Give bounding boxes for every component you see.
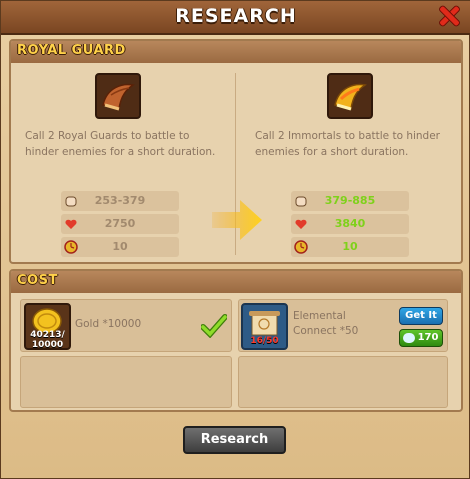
upgrade-panel-header: ROYAL GUARD [11, 41, 461, 63]
scroll-progress: 16/50 [250, 336, 279, 346]
empty-cost-slot-2 [238, 356, 448, 408]
current-damage-row: 253-379 [61, 191, 179, 211]
scroll-label-line2: Connect *50 [293, 325, 359, 337]
scroll-cost-cell: 16/50 Elemental Connect *50 Get It 170 [238, 299, 448, 352]
upgrade-title: ROYAL GUARD [17, 43, 126, 58]
get-it-button[interactable]: Get It [399, 307, 443, 325]
buy-with-gems-button[interactable]: 170 [399, 329, 443, 347]
gem-price: 170 [417, 332, 439, 343]
upgraded-duration: 10 [342, 240, 358, 253]
upgraded-description: Call 2 Immortals to battle to hinder ene… [255, 130, 441, 158]
gold-label: Gold *10000 [75, 318, 142, 330]
brown-horn-icon [95, 73, 141, 119]
upgraded-damage: 379-885 [324, 194, 376, 207]
gold-coin-icon: 40213/ 10000 [24, 303, 71, 350]
current-duration-row: 10 [61, 237, 179, 257]
research-window: RESEARCH ROYAL GUARD Call 2 Royal Guards… [0, 0, 470, 479]
cost-panel-header: COST [11, 271, 461, 293]
close-icon[interactable] [437, 4, 461, 28]
checkmark-icon [201, 314, 227, 338]
title-bar: RESEARCH [1, 1, 470, 35]
cost-title: COST [17, 273, 58, 288]
golden-horn-icon [327, 73, 373, 119]
empty-cost-slot-1 [20, 356, 232, 408]
gem-icon [403, 333, 415, 343]
current-duration: 10 [112, 240, 128, 253]
window-title: RESEARCH [175, 5, 297, 27]
upgraded-health-row: 3840 [291, 214, 409, 234]
gold-need: 10000 [31, 340, 64, 350]
current-damage: 253-379 [94, 194, 146, 207]
upgrade-arrow-icon [212, 200, 262, 240]
upgraded-health: 3840 [334, 217, 366, 230]
current-description: Call 2 Royal Guards to battle to hinder … [25, 130, 216, 158]
upgraded-duration-row: 10 [291, 237, 409, 257]
scroll-icon: 16/50 [241, 303, 288, 350]
gold-have: 40213/ [30, 330, 65, 340]
gold-cost-cell: 40213/ 10000 Gold *10000 [20, 299, 232, 352]
current-health-row: 2750 [61, 214, 179, 234]
research-button[interactable]: Research [183, 426, 286, 454]
scroll-label-line1: Elemental [293, 310, 346, 322]
current-health: 2750 [104, 217, 136, 230]
upgraded-damage-row: 379-885 [291, 191, 409, 211]
